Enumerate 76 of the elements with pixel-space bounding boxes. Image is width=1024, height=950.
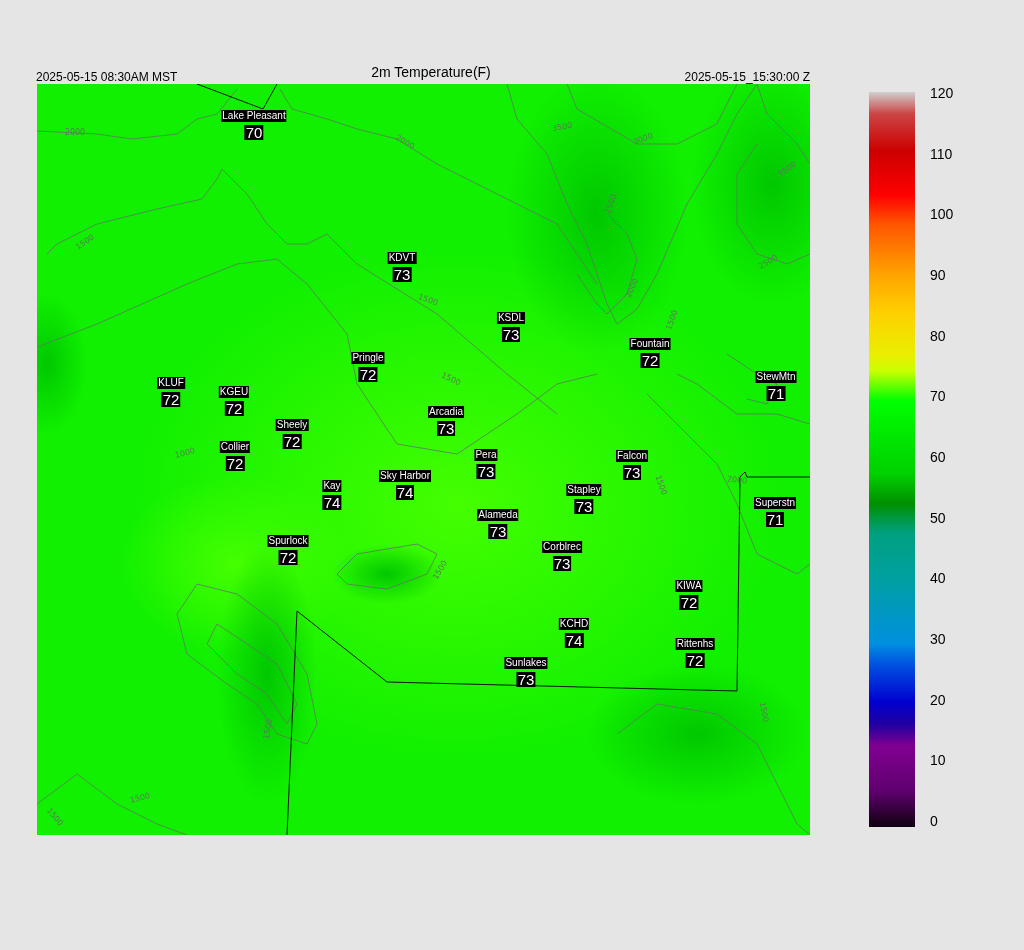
scale-tick-label: 30 [930, 631, 947, 646]
station-name: Corblrec [542, 541, 582, 553]
station-name: Alameda [477, 509, 519, 521]
temperature-value: 73 [488, 524, 508, 539]
scale-tick-label: 50 [930, 510, 947, 525]
station-name: Lake Pleasant [221, 110, 287, 122]
temperature-value: 70 [244, 125, 264, 140]
scale-tick-label: 60 [930, 449, 947, 464]
station-name: Stapley [566, 484, 602, 496]
scale-tick-label: 40 [930, 571, 947, 586]
station-name: Sheely [275, 419, 309, 431]
station-name: Superstn [754, 497, 796, 509]
station-name: Pera [474, 449, 498, 461]
station-name: Collier [219, 441, 251, 453]
station-name: KDVT [387, 252, 417, 264]
scale-tick-label: 100 [930, 207, 954, 222]
temperature-value: 72 [685, 653, 705, 668]
temperature-value: 73 [476, 464, 496, 479]
contour-label: 2000 [64, 127, 86, 137]
temperature-value: 71 [766, 386, 786, 401]
contour-label: 2500 [603, 192, 619, 216]
temperature-value: 73 [392, 267, 412, 282]
station-name: Arcadia [428, 406, 464, 418]
valid-time-utc: 2025-05-15_15:30:00 Z [684, 70, 810, 84]
station-name: KGEU [218, 386, 250, 398]
contour-label: 2000 [623, 276, 641, 300]
temperature-value: 74 [395, 485, 415, 500]
valid-time-local: 2025-05-15 08:30AM MST [36, 70, 178, 84]
contour-label: 1500 [261, 718, 275, 740]
temperature-value: 73 [622, 465, 642, 480]
station-name: Sky Harbor [379, 470, 431, 482]
contour-label: 1500 [416, 292, 440, 308]
temperature-value: 72 [358, 367, 378, 382]
temperature-value: 74 [322, 495, 342, 510]
contour-label: 2000 [726, 474, 748, 486]
contour-label: 1500 [664, 308, 680, 332]
scale-tick-label: 80 [930, 328, 947, 343]
station-name: KCHD [558, 618, 590, 630]
contour-label: 1500 [129, 791, 151, 805]
temperature-value: 74 [564, 633, 584, 648]
station-name: Fountain [629, 338, 671, 350]
chart-title: 2m Temperature(F) [371, 64, 491, 80]
temperature-value: 71 [765, 512, 785, 527]
scale-tick-label: 120 [930, 86, 954, 100]
contour-label: 1500 [439, 370, 463, 388]
contour-label: 1000 [174, 446, 196, 460]
temperature-value: 73 [501, 327, 521, 342]
temperature-value: 72 [679, 595, 699, 610]
scale-tick-label: 90 [930, 267, 947, 282]
station-name: Sunlakes [504, 657, 548, 669]
station-name: KIWA [675, 580, 703, 592]
temperature-value: 72 [224, 401, 244, 416]
temperature-value: 72 [225, 456, 245, 471]
contour-label: 3500 [551, 120, 573, 134]
station-name: KLUF [157, 377, 185, 389]
scale-tick-label: 20 [930, 692, 947, 707]
contour-label: 1500 [653, 473, 669, 497]
station-name: Kay [322, 480, 342, 492]
temperature-value: 72 [161, 392, 181, 407]
scale-tick-label: 110 [930, 146, 954, 161]
contour-label: 1500 [757, 701, 771, 723]
station-name: StewMtn [755, 371, 797, 383]
scale-tick-label: 70 [930, 389, 947, 404]
contour-label: 3000 [631, 131, 655, 147]
station-name: Falcon [616, 450, 648, 462]
temperature-value: 73 [574, 499, 594, 514]
station-name: KSDL [496, 312, 526, 324]
temperature-value: 72 [278, 550, 298, 565]
station-name: Spurlock [267, 535, 309, 547]
scale-tick-label: 0 [930, 813, 939, 828]
temperature-value: 72 [282, 434, 302, 449]
station-name: Pringle [351, 352, 385, 364]
scale-tick-label: 10 [930, 753, 947, 768]
temperature-value: 72 [640, 353, 660, 368]
temperature-value: 73 [516, 672, 536, 687]
station-name: Rittenhs [675, 638, 715, 650]
